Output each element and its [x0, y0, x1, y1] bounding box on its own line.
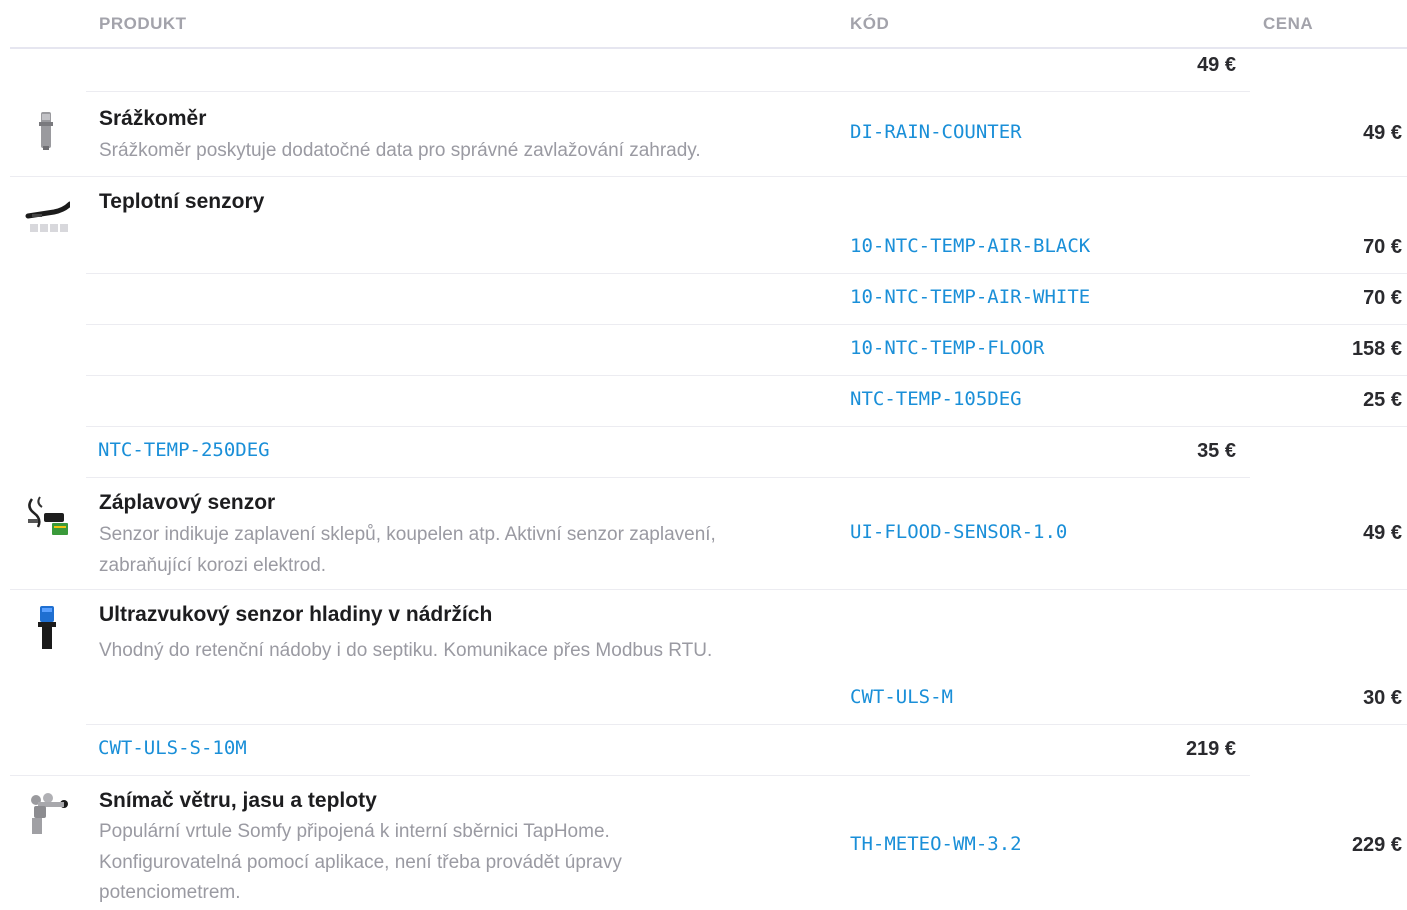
product-code[interactable]: DI-RAIN-COUNTER [850, 121, 1022, 143]
header-divider [10, 47, 1407, 49]
price-cell: 49 € [1363, 122, 1402, 144]
product-description: Vhodný do retenční nádoby i do septiku. … [99, 640, 713, 661]
row-divider [86, 273, 1407, 274]
wind-sensor-icon [24, 790, 70, 836]
price-cell: 70 € [1363, 287, 1402, 309]
price-cell: 30 € [1363, 687, 1402, 709]
row-divider [86, 91, 1250, 92]
product-code[interactable]: UI-FLOOD-SENSOR-1.0 [850, 521, 1067, 543]
row-divider [86, 426, 1407, 427]
row-divider [86, 477, 1250, 478]
product-code[interactable]: 10-NTC-TEMP-FLOOR [850, 337, 1044, 359]
product-name: Ultrazvukový senzor hladiny v nádržích [99, 603, 493, 626]
column-header-code: KÓD [850, 14, 890, 33]
product-description: Populární vrtule Somfy připojená k inter… [99, 821, 622, 903]
product-code[interactable]: NTC-TEMP-105DEG [850, 388, 1022, 410]
product-code[interactable]: 10-NTC-TEMP-AIR-WHITE [850, 286, 1090, 308]
price-cell: 219 € [1185, 738, 1236, 760]
row-divider [86, 375, 1407, 376]
flood-sensor-icon [24, 493, 70, 539]
rain-gauge-icon [24, 108, 70, 154]
ultrasonic-sensor-icon [24, 604, 70, 650]
row-divider [86, 724, 1407, 725]
row-divider [86, 324, 1407, 325]
price-cell: 158 € [1351, 338, 1402, 360]
product-name: Srážkoměr [99, 107, 207, 130]
price-cell: 49 € [1363, 522, 1402, 544]
price-cell: 49 € [1197, 54, 1236, 76]
product-code[interactable]: TH-METEO-WM-3.2 [850, 833, 1022, 855]
product-description: Senzor indikuje zaplavení sklepů, koupel… [99, 524, 716, 576]
product-name: Snímač větru, jasu a teploty [99, 789, 377, 812]
price-cell: 70 € [1363, 236, 1402, 258]
column-header-product: PRODUKT [99, 14, 187, 33]
product-code[interactable]: 10-NTC-TEMP-AIR-BLACK [850, 235, 1090, 257]
price-cell: 35 € [1197, 440, 1236, 462]
row-divider [10, 589, 1407, 590]
product-code[interactable]: NTC-TEMP-250DEG [98, 439, 270, 461]
row-divider [10, 775, 1250, 776]
product-description: Srážkoměr poskytuje dodatočné data pro s… [99, 140, 701, 161]
product-code[interactable]: CWT-ULS-S-10M [98, 737, 247, 759]
column-header-price: CENA [1263, 14, 1314, 33]
temperature-sensor-icon [24, 190, 73, 236]
product-name: Teplotní senzory [99, 190, 265, 213]
price-cell: 25 € [1363, 389, 1402, 411]
product-code[interactable]: CWT-ULS-M [850, 686, 953, 708]
price-cell: 229 € [1351, 834, 1402, 856]
row-divider [10, 176, 1407, 177]
product-name: Záplavový senzor [99, 491, 276, 514]
